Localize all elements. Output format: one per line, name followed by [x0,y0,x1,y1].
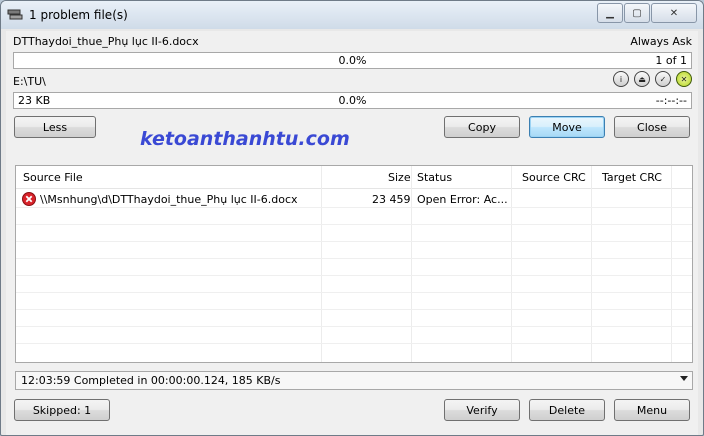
row-divider [16,275,692,276]
row-divider [16,309,692,310]
menu-button[interactable]: Menu [614,399,690,421]
column-source-file[interactable]: Source File [23,171,83,184]
eject-icon[interactable]: ⏏ [634,71,650,87]
row-divider [16,207,692,208]
verify-button[interactable]: Verify [444,399,520,421]
column-divider [321,166,322,362]
column-target-crc[interactable]: Target CRC [602,171,662,184]
move-button[interactable]: Move [529,116,605,138]
title-bar: 1 problem file(s) ▁ ▢ ✕ [1,1,703,29]
column-divider [411,166,412,362]
source-file-name: DTThaydoi_thue_Phụ lục II-6.docx [13,35,199,48]
row-divider [16,343,692,344]
copy-button[interactable]: Copy [444,116,520,138]
row-divider [16,224,692,225]
check-icon[interactable]: ✓ [655,71,671,87]
close-button[interactable]: Close [614,116,690,138]
row-divider [16,326,692,327]
time-remaining-text: --:--:-- [655,94,687,107]
dropdown-arrow-icon[interactable] [680,376,688,381]
column-size[interactable]: Size [388,171,411,184]
column-divider [591,166,592,362]
target-progress-text: 0.0% [338,94,367,107]
column-divider [671,166,672,362]
row-size: 23 459 [372,193,411,206]
close-window-button[interactable]: ✕ [651,3,697,23]
column-source-crc[interactable]: Source CRC [522,171,586,184]
row-divider [16,258,692,259]
info-icon[interactable]: i [613,71,629,87]
column-status[interactable]: Status [417,171,452,184]
error-icon [22,192,36,206]
maximize-button[interactable]: ▢ [624,3,650,23]
app-window: 1 problem file(s) ▁ ▢ ✕ DTThaydoi_thue_P… [0,0,704,436]
source-progress-bar: 0.0% 1 of 1 [13,52,692,69]
row-source-file: \\Msnhung\d\DTThaydoi_thue_Phụ lục II-6.… [40,193,298,206]
column-divider [511,166,512,362]
target-path: E:\TU\ [13,75,46,88]
skipped-button[interactable]: Skipped: 1 [14,399,110,421]
app-icon [7,9,23,20]
less-button[interactable]: Less [14,116,96,138]
source-progress-text: 0.0% [338,54,367,67]
conflict-mode[interactable]: Always Ask [630,35,692,48]
status-log-dropdown[interactable]: 12:03:59 Completed in 00:00:00.124, 185 … [15,371,693,390]
row-divider [16,241,692,242]
file-count-text: 1 of 1 [655,54,687,67]
close-circle-icon[interactable]: ✕ [676,71,692,87]
delete-button[interactable]: Delete [529,399,605,421]
minimize-button[interactable]: ▁ [597,3,623,23]
file-list-table[interactable]: Source File Size Status Source CRC Targe… [15,165,693,363]
watermark: ketoanthanhtu.com [140,128,350,150]
target-progress-bar: 23 KB 0.0% --:--:-- [13,92,692,109]
row-divider [16,292,692,293]
window-title: 1 problem file(s) [29,8,128,22]
row-status: Open Error: Ac... [417,193,508,206]
status-log-text: 12:03:59 Completed in 00:00:00.124, 185 … [21,374,281,387]
